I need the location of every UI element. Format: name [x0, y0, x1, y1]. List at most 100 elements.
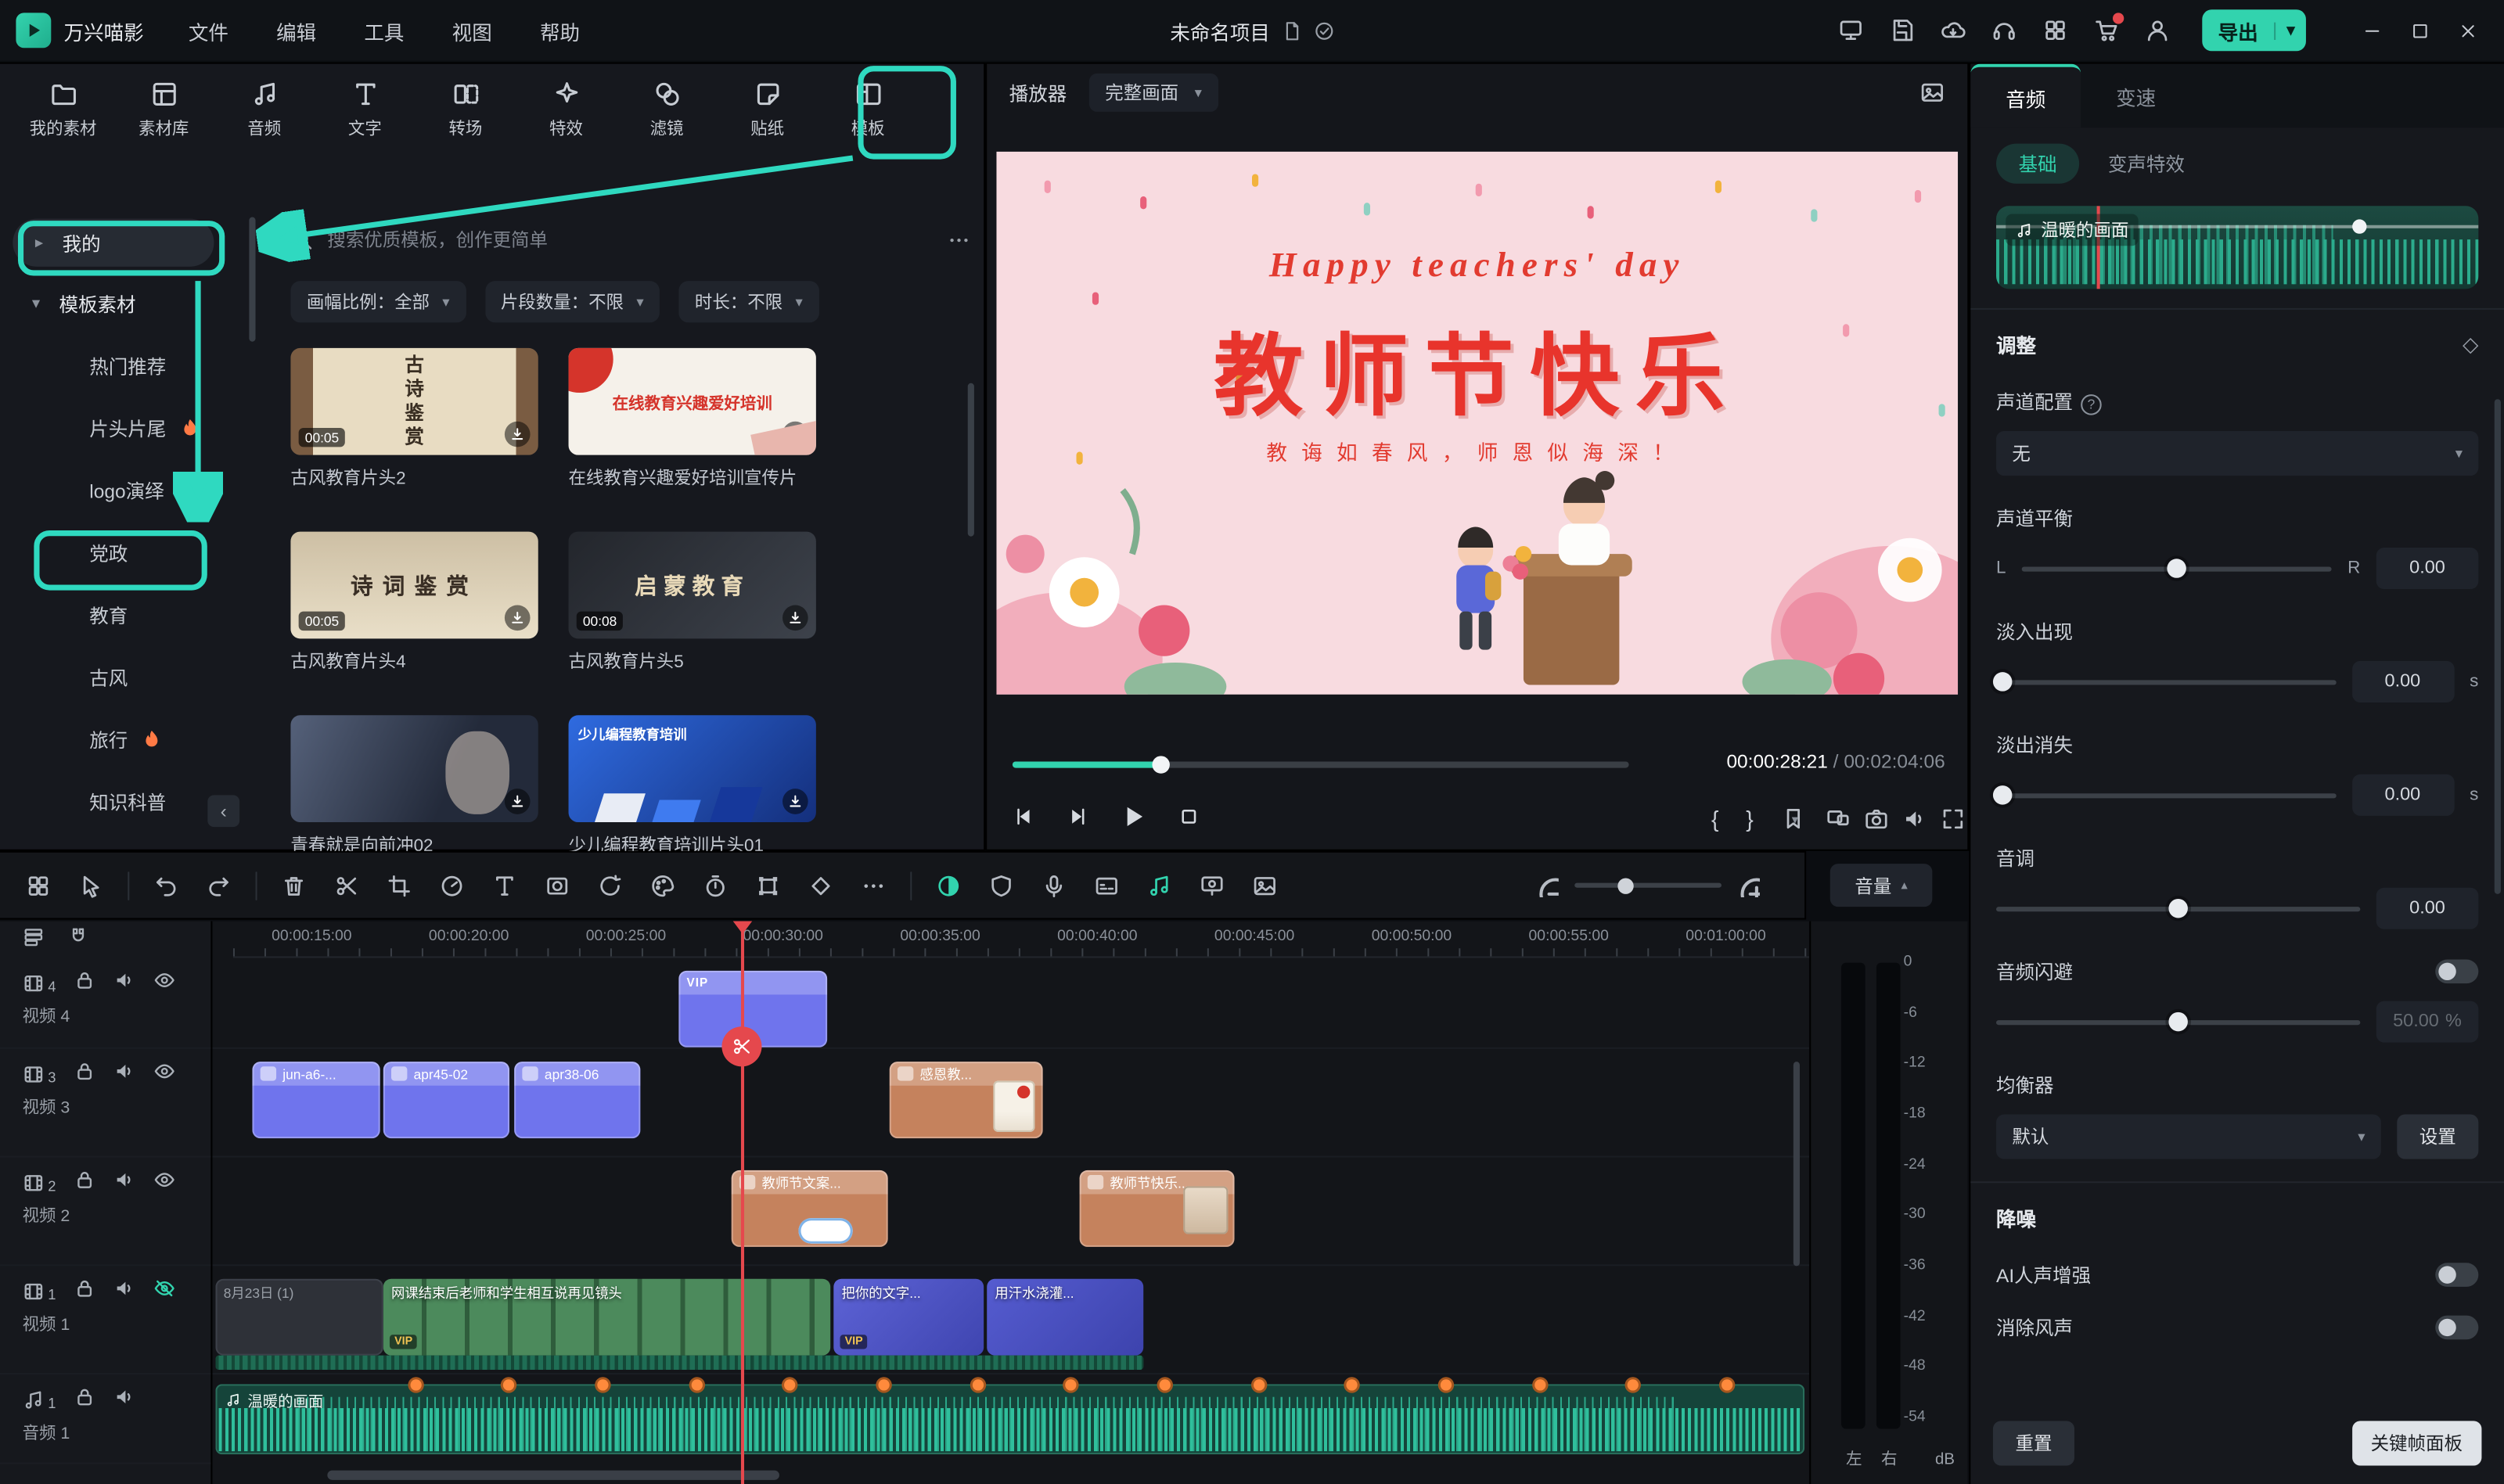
template-card[interactable]: 诗词鉴赏 00:05 古风教育片头4	[290, 532, 538, 674]
subtab-voice-fx[interactable]: 变声特效	[2108, 150, 2185, 178]
chroma-key-icon[interactable]	[979, 863, 1024, 907]
zoom-slider[interactable]	[1574, 883, 1722, 888]
keyframe-marker[interactable]	[1534, 1379, 1545, 1390]
nav-tab-my-media[interactable]: 我的素材	[13, 74, 113, 147]
mute-icon[interactable]	[113, 969, 136, 997]
snapshot-button[interactable]	[1864, 807, 1875, 832]
fullscreen-button[interactable]	[1941, 807, 1952, 832]
time-ruler[interactable]: 00:00:15:0000:00:20:0000:00:25:0000:00:3…	[233, 922, 1809, 958]
equalizer-select[interactable]: 默认 ▾	[1996, 1114, 2381, 1159]
clip-thanks-teacher[interactable]: 感恩教...	[890, 1062, 1043, 1138]
lock-icon[interactable]	[74, 969, 96, 997]
mute-button[interactable]	[1902, 807, 1913, 832]
keyframe-marker[interactable]	[1066, 1379, 1077, 1390]
delete-icon[interactable]	[272, 863, 316, 907]
search-bar[interactable]: 搜索优质模板，创作更简单	[290, 217, 970, 262]
template-thumbnail[interactable]	[290, 715, 538, 822]
keyframe-marker[interactable]	[1441, 1379, 1452, 1390]
keyframe-marker[interactable]	[878, 1379, 889, 1390]
rotate-icon[interactable]	[588, 863, 632, 907]
stop-button[interactable]	[1177, 805, 1201, 834]
view-mode-select[interactable]: 完整画面 ▾	[1089, 74, 1218, 112]
filter-aspect-ratio[interactable]: 画幅比例：全部 ▾	[290, 281, 466, 322]
timeline-horizontal-scrollbar[interactable]	[327, 1471, 779, 1480]
clip-your-text[interactable]: 把你的文字... VIP	[833, 1279, 984, 1356]
keyframe-marker[interactable]	[784, 1379, 795, 1390]
clip-volume-knob[interactable]	[2352, 219, 2366, 233]
export-chevron-down-icon[interactable]: ▾	[2274, 22, 2306, 39]
keyframe-marker[interactable]	[972, 1379, 983, 1390]
eye-icon[interactable]	[153, 969, 176, 997]
maximize-button[interactable]	[2395, 0, 2443, 61]
template-card[interactable]: 少儿编程教育培训 少儿编程教育培训片头01	[569, 715, 816, 857]
playhead-line[interactable]	[741, 922, 744, 1484]
timeline-body[interactable]: 00:00:15:0000:00:20:0000:00:25:0000:00:3…	[212, 922, 1809, 1484]
preview-video[interactable]: Happy teachers' day 教师节快乐 教诲如春风，师恩似海深！	[996, 152, 1958, 695]
keyframe-marker[interactable]	[1160, 1379, 1171, 1390]
zoom-out-icon[interactable]	[1536, 874, 1559, 897]
more-tools-icon[interactable]	[851, 863, 896, 907]
marker-button[interactable]: ▾	[1780, 807, 1797, 832]
clip-teachers-day-happy[interactable]: 教师节快乐...	[1080, 1170, 1235, 1247]
keyframe-marker[interactable]	[1253, 1379, 1264, 1390]
balance-value[interactable]: 0.00	[2376, 548, 2479, 589]
screen-record-icon[interactable]	[1189, 863, 1234, 907]
close-button[interactable]	[2443, 0, 2491, 61]
template-card[interactable]: 在线教育兴趣爱好培训 在线教育兴趣爱好培训宣传片	[569, 348, 816, 490]
volume-meter-dropdown[interactable]: 音量 ▴	[1830, 864, 1933, 907]
cloud-sync-icon[interactable]	[1940, 17, 1966, 43]
nav-tab-templates[interactable]: 模板	[818, 74, 919, 147]
pitch-value[interactable]: 0.00	[2376, 888, 2479, 929]
clip-apr45[interactable]: apr45-02	[383, 1062, 509, 1138]
clip-goodbye-scene[interactable]: 网课结束后老师和学生相互说再见镜头 VIP	[383, 1279, 830, 1356]
sidebar-item-education[interactable]: 教育	[0, 584, 268, 647]
export-frame-icon[interactable]	[1243, 863, 1287, 907]
support-headset-icon[interactable]	[1991, 17, 2017, 43]
mark-in-button[interactable]: {	[1711, 807, 1719, 832]
nav-tab-audio[interactable]: 音频	[214, 74, 315, 147]
progress-knob[interactable]	[1152, 756, 1169, 773]
fade-out-value[interactable]: 0.00	[2351, 774, 2454, 816]
sidebar-item-hot[interactable]: 热门推荐	[0, 336, 268, 398]
eye-icon[interactable]	[153, 1169, 176, 1196]
channel-config-select[interactable]: 无 ▾	[1996, 431, 2478, 476]
mask-icon[interactable]	[535, 863, 580, 907]
split-icon[interactable]	[324, 863, 369, 907]
template-thumbnail[interactable]: 在线教育兴趣爱好培训	[569, 348, 816, 455]
audio-clip-widget[interactable]: 温暖的画面	[1996, 206, 2478, 289]
wind-removal-toggle[interactable]	[2435, 1316, 2478, 1340]
info-icon[interactable]: ?	[2081, 393, 2102, 415]
color-correction-icon[interactable]	[640, 863, 685, 907]
play-button[interactable]	[1118, 801, 1149, 836]
pitch-slider[interactable]	[1996, 906, 2360, 911]
eye-icon[interactable]	[153, 1060, 176, 1087]
track-lane-audio1[interactable]: 温暖的画面	[212, 1374, 1809, 1464]
mute-icon[interactable]	[113, 1277, 136, 1305]
lock-icon[interactable]	[74, 1385, 96, 1413]
keyframe-marker[interactable]	[503, 1379, 514, 1390]
download-icon[interactable]	[782, 605, 808, 631]
sidebar-item-mine[interactable]: ▸ 我的	[13, 219, 214, 267]
tab-audio[interactable]: 音频	[1970, 64, 2081, 128]
template-card[interactable]: 古诗鉴赏 00:05 古风教育片头2	[290, 348, 538, 490]
download-icon[interactable]	[505, 422, 531, 447]
playback-progress[interactable]	[1013, 753, 1629, 776]
track-lane-video3[interactable]: jun-a6-... apr45-02 apr38-06 感恩教...	[212, 1049, 1809, 1158]
track-lane-video2[interactable]: 教师节文案... 教师节快乐...	[212, 1158, 1809, 1267]
ducking-slider[interactable]	[1996, 1019, 2360, 1024]
minimize-button[interactable]	[2348, 0, 2395, 61]
clip-apr38[interactable]: apr38-06	[514, 1062, 640, 1138]
auto-beat-icon[interactable]	[1137, 863, 1182, 907]
search-input[interactable]: 搜索优质模板，创作更简单	[327, 227, 934, 253]
redo-icon[interactable]	[196, 863, 241, 907]
keyframe-marker[interactable]	[1627, 1379, 1638, 1390]
crop-icon[interactable]	[377, 863, 422, 907]
sidebar-item-guofeng[interactable]: 古风	[0, 647, 268, 710]
mirror-screen-button[interactable]	[1826, 807, 1837, 832]
download-icon[interactable]	[505, 789, 531, 814]
text-tool-icon[interactable]	[482, 863, 527, 907]
clip-aug23[interactable]: 8月23日 (1)	[216, 1279, 383, 1356]
duration-icon[interactable]	[693, 863, 738, 907]
track-lane-video1[interactable]: 8月23日 (1) 网课结束后老师和学生相互说再见镜头 VIP 把你的文字...…	[212, 1266, 1809, 1374]
playhead-handle[interactable]	[733, 922, 752, 934]
